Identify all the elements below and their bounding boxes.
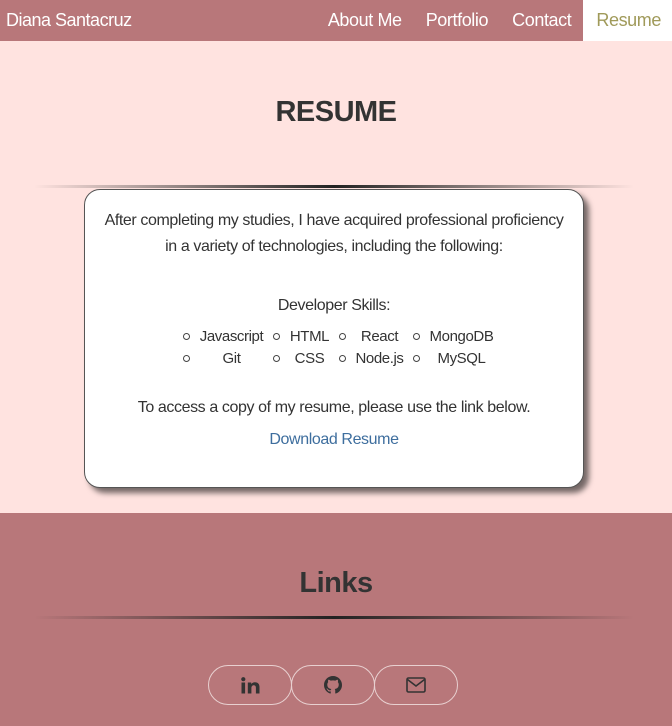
brand-name[interactable]: Diana Santacruz — [0, 10, 132, 31]
nav-contact[interactable]: Contact — [500, 0, 583, 41]
nav-resume[interactable]: Resume — [583, 0, 672, 41]
skills-list: Javascript HTML React MongoDB Git CSS No… — [183, 327, 503, 368]
envelope-icon — [406, 677, 426, 693]
bullet-icon — [273, 333, 280, 340]
navbar: Diana Santacruz About Me Portfolio Conta… — [0, 0, 672, 41]
resume-card: After completing my studies, I have acqu… — [84, 189, 584, 488]
github-button[interactable] — [291, 665, 375, 705]
resume-title: RESUME — [275, 96, 397, 128]
skill-item: React — [339, 327, 413, 346]
bullet-icon — [183, 355, 190, 362]
bullet-icon — [413, 355, 420, 362]
resume-intro: After completing my studies, I have acqu… — [104, 212, 564, 255]
linkedin-button[interactable] — [208, 665, 292, 705]
github-icon — [324, 676, 342, 694]
skill-item: CSS — [273, 349, 339, 368]
social-links — [208, 665, 458, 705]
bullet-icon — [339, 333, 346, 340]
skill-item: MongoDB — [413, 327, 503, 346]
email-button[interactable] — [374, 665, 458, 705]
bullet-icon — [273, 355, 280, 362]
nav-links: About Me Portfolio Contact Resume — [316, 0, 672, 41]
skills-heading: Developer Skills: — [277, 297, 391, 314]
skill-item: Javascript — [183, 327, 273, 346]
links-title: Links — [299, 567, 373, 599]
links-section: Links — [0, 513, 672, 726]
resume-section: RESUME After completing my studies, I ha… — [0, 41, 672, 513]
linkedin-icon — [240, 676, 259, 693]
skill-item: Node.js — [339, 349, 413, 368]
skill-item: Git — [183, 349, 273, 368]
nav-about-me[interactable]: About Me — [316, 0, 414, 41]
bullet-icon — [413, 333, 420, 340]
bullet-icon — [339, 355, 346, 362]
links-divider — [34, 616, 634, 619]
resume-divider — [34, 185, 634, 188]
nav-portfolio[interactable]: Portfolio — [414, 0, 500, 41]
resume-access-text: To access a copy of my resume, please us… — [137, 399, 531, 416]
download-resume-link[interactable]: Download Resume — [85, 431, 583, 449]
bullet-icon — [183, 333, 190, 340]
skill-item: HTML — [273, 327, 339, 346]
skill-item: MySQL — [413, 349, 503, 368]
